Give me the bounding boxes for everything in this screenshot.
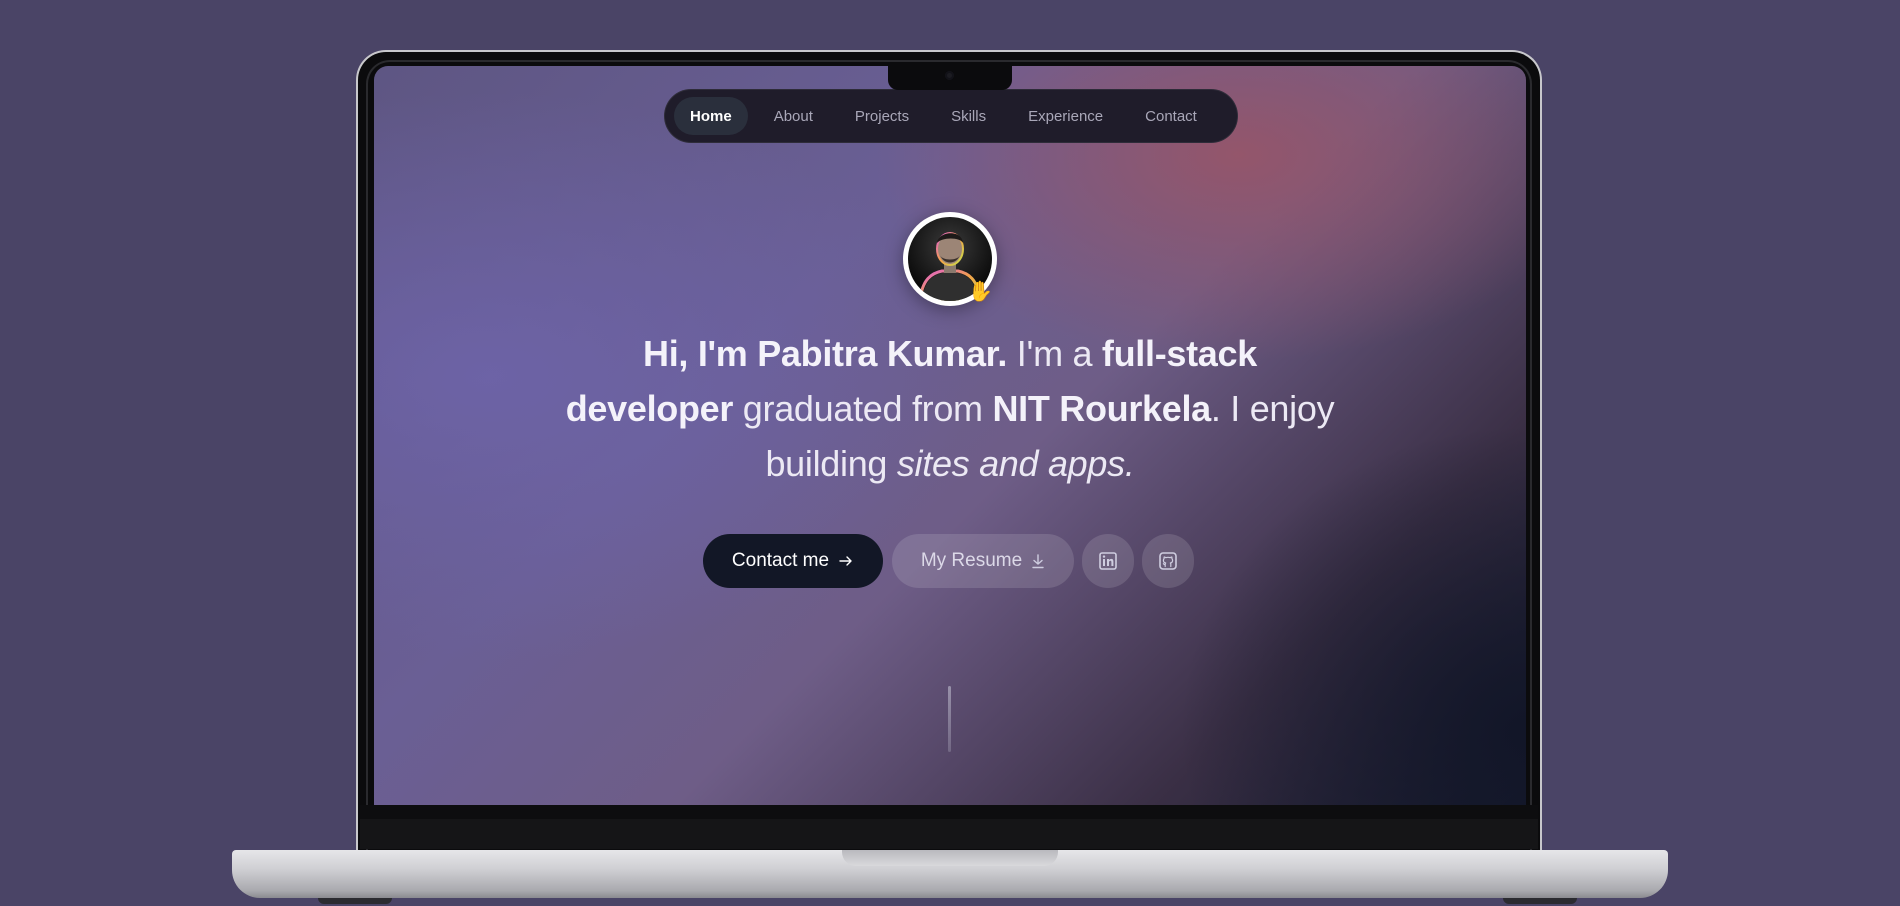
nav-item-contact[interactable]: Contact <box>1129 97 1213 135</box>
laptop-base <box>232 850 1668 898</box>
nav-item-about[interactable]: About <box>758 97 829 135</box>
top-nav: Home About Projects Skills Experience Co… <box>664 89 1238 143</box>
nav-item-skills[interactable]: Skills <box>935 97 1002 135</box>
headline-im-a: I'm a <box>1007 333 1102 374</box>
headline-graduated: graduated from <box>733 388 993 429</box>
nav-item-projects[interactable]: Projects <box>839 97 925 135</box>
download-icon <box>1031 553 1045 569</box>
headline-things: sites and apps. <box>896 443 1135 484</box>
camera-notch <box>888 64 1012 90</box>
my-resume-label: My Resume <box>920 550 1023 571</box>
base-groove <box>842 850 1058 866</box>
bezel-strip <box>360 819 1538 849</box>
contact-me-button[interactable]: Contact me <box>703 534 883 588</box>
my-resume-button[interactable]: My Resume <box>892 534 1074 588</box>
contact-me-label: Contact me <box>731 550 830 571</box>
nav-item-experience[interactable]: Experience <box>1012 97 1119 135</box>
linkedin-icon <box>1099 552 1117 570</box>
laptop-foot-left <box>318 898 392 904</box>
screen-bottom-bezel <box>360 805 1538 849</box>
camera-icon <box>945 71 954 80</box>
nav-item-home[interactable]: Home <box>674 97 748 135</box>
laptop-foot-right <box>1503 898 1577 904</box>
headline-greeting: Hi, I'm Pabitra Kumar. <box>643 333 1008 374</box>
scroll-indicator <box>948 686 951 752</box>
waving-hand-icon: ✋ <box>968 281 993 303</box>
github-button[interactable] <box>1142 534 1194 588</box>
headline-school: NIT Rourkela <box>992 388 1211 429</box>
hero-headline: Hi, I'm Pabitra Kumar. I'm a full-stack … <box>560 326 1340 491</box>
linkedin-button[interactable] <box>1082 534 1134 588</box>
arrow-right-icon <box>838 553 854 569</box>
github-icon <box>1159 552 1177 570</box>
